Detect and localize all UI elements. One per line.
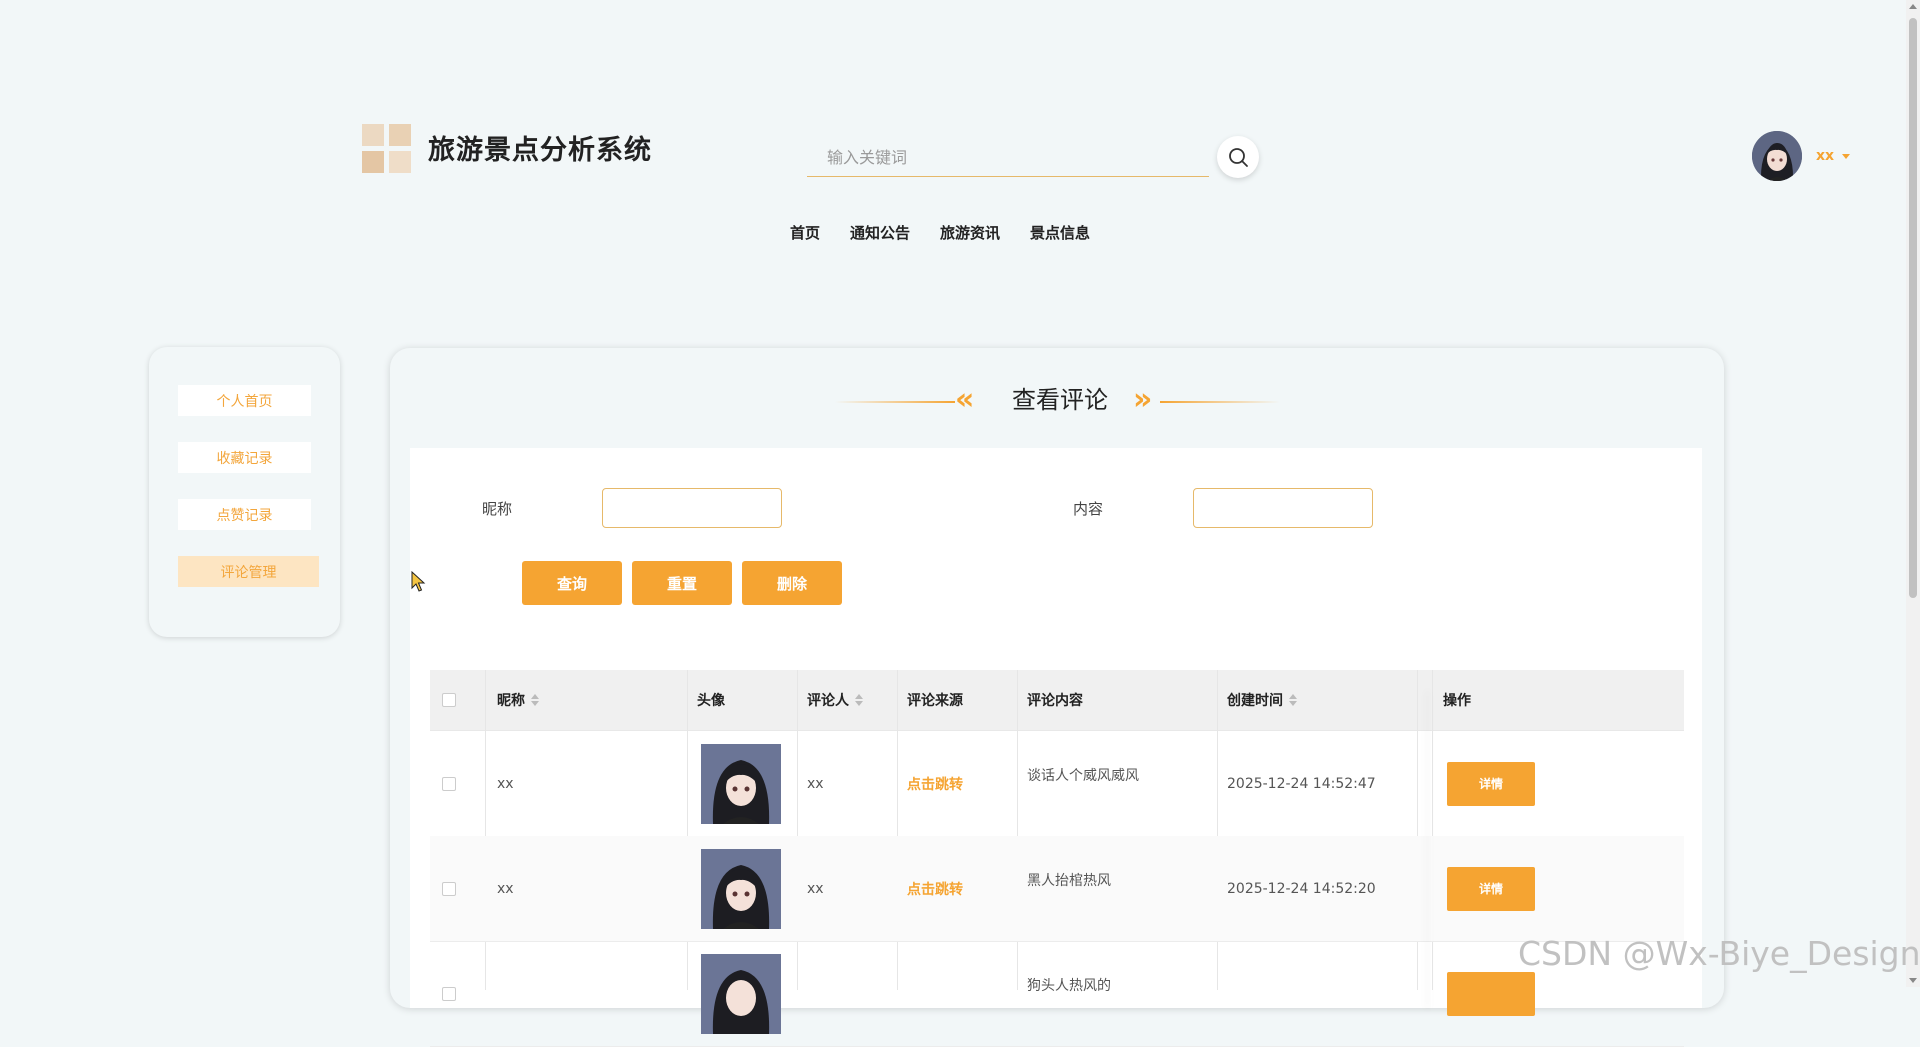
sidebar-item-comments[interactable]: 评论管理 xyxy=(178,556,319,587)
avatar-thumbnail xyxy=(701,743,781,824)
comment-source-link[interactable]: 点击跳转 xyxy=(907,836,963,941)
sidebar: 个人首页 收藏记录 点赞记录 评论管理 xyxy=(149,347,340,637)
app-title: 旅游景点分析系统 xyxy=(428,135,652,166)
search-bar xyxy=(807,140,1209,177)
detail-button[interactable]: 详情 xyxy=(1447,761,1535,806)
sort-icon[interactable] xyxy=(531,693,539,707)
nav-attractions[interactable]: 景点信息 xyxy=(1030,222,1090,243)
column-source: 评论来源 xyxy=(907,693,963,709)
cell-commenter: xx xyxy=(807,775,824,792)
scrollbar[interactable] xyxy=(1906,0,1920,987)
chevron-right-icon: » xyxy=(1133,382,1153,417)
column-avatar: 头像 xyxy=(697,693,725,709)
cell-commenter: xx xyxy=(807,880,824,897)
detail-button[interactable] xyxy=(1447,971,1535,1016)
table-row: 狗头人热风的 xyxy=(430,941,1684,1047)
row-checkbox[interactable] xyxy=(442,776,456,791)
page-title: 查看评论 xyxy=(1012,386,1108,414)
nickname-label: 昵称 xyxy=(482,500,513,518)
column-created[interactable]: 创建时间 xyxy=(1227,670,1297,730)
sort-icon[interactable] xyxy=(855,693,863,707)
nickname-field[interactable] xyxy=(602,488,782,528)
table-row: xx xx 点击跳转 谈话人个威风威风 2025-12-24 14:52:47 … xyxy=(430,731,1684,837)
delete-button[interactable]: 删除 xyxy=(742,561,842,605)
row-checkbox[interactable] xyxy=(442,881,456,896)
scroll-thumb[interactable] xyxy=(1909,18,1917,598)
cell-content: 狗头人热风的 xyxy=(1027,978,1111,994)
search-button[interactable] xyxy=(1217,136,1259,178)
chevron-left-icon: « xyxy=(955,382,975,417)
card-title-row: « 查看评论 » xyxy=(390,376,1724,426)
avatar-thumbnail xyxy=(701,953,781,1034)
nav-notices[interactable]: 通知公告 xyxy=(850,222,910,243)
title-decoration-left xyxy=(835,401,955,403)
cell-created: 2025-12-24 14:52:20 xyxy=(1227,880,1376,897)
sidebar-item-favorites[interactable]: 收藏记录 xyxy=(178,442,311,473)
cell-content: 谈话人个威风威风 xyxy=(1027,768,1139,784)
cell-nickname: xx xyxy=(497,775,514,792)
table-row: xx xx 点击跳转 黑人抬棺热风 2025-12-24 14:52:20 详情 xyxy=(430,836,1684,942)
query-button[interactable]: 查询 xyxy=(522,561,622,605)
content-field[interactable] xyxy=(1193,488,1373,528)
fixed-column-shadow xyxy=(1431,690,1432,1010)
comment-source-link[interactable]: 点击跳转 xyxy=(907,731,963,836)
nav-home[interactable]: 首页 xyxy=(790,222,820,243)
content-label: 内容 xyxy=(1073,500,1104,518)
select-all-checkbox[interactable] xyxy=(442,693,456,707)
avatar xyxy=(1752,131,1802,181)
column-label: 创建时间 xyxy=(1227,693,1283,709)
row-checkbox[interactable] xyxy=(442,986,456,1001)
column-content: 评论内容 xyxy=(1027,693,1083,709)
column-label: 评论人 xyxy=(807,693,849,709)
username: xx xyxy=(1816,148,1835,164)
chevron-down-icon xyxy=(1842,153,1851,159)
detail-button[interactable]: 详情 xyxy=(1447,866,1535,911)
cell-created: 2025-12-24 14:52:47 xyxy=(1227,775,1376,792)
mouse-cursor-icon xyxy=(411,571,426,592)
sidebar-item-home[interactable]: 个人首页 xyxy=(178,385,311,416)
cell-content: 黑人抬棺热风 xyxy=(1027,873,1111,889)
table-header: 昵称 头像 评论人 评论来源 评论内容 创建时间 操作 xyxy=(430,670,1684,731)
sidebar-item-likes[interactable]: 点赞记录 xyxy=(178,499,311,530)
title-decoration-right xyxy=(1160,401,1280,403)
column-nickname[interactable]: 昵称 xyxy=(497,670,539,730)
scroll-down-icon[interactable] xyxy=(1909,978,1917,983)
sort-icon[interactable] xyxy=(1289,693,1297,707)
watermark: CSDN @Wx-Biye_Design xyxy=(1518,934,1920,973)
cell-nickname: xx xyxy=(497,880,514,897)
column-actions: 操作 xyxy=(1443,693,1471,709)
avatar-thumbnail xyxy=(701,848,781,929)
column-commenter[interactable]: 评论人 xyxy=(807,670,863,730)
nav-travel-news[interactable]: 旅游资讯 xyxy=(940,222,1000,243)
scroll-up-icon[interactable] xyxy=(1909,4,1917,9)
logo-icon xyxy=(362,124,412,174)
reset-button[interactable]: 重置 xyxy=(632,561,732,605)
main-nav: 首页 通知公告 旅游资讯 景点信息 xyxy=(790,222,1120,243)
search-input[interactable] xyxy=(807,140,1209,174)
user-menu[interactable]: xx xyxy=(1752,131,1851,181)
column-label: 昵称 xyxy=(497,693,525,709)
search-icon xyxy=(1229,148,1248,167)
